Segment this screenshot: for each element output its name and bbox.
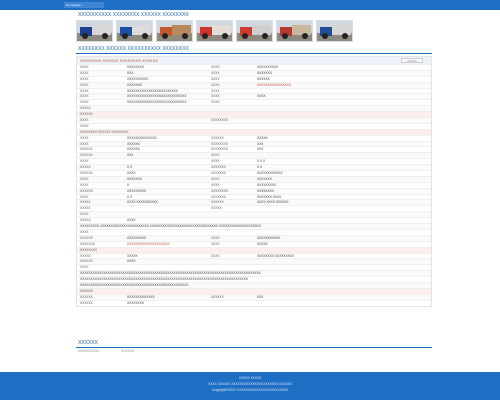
related-links: XXXXXXXXXX XXXXXX (78, 349, 156, 354)
footer-links-line[interactable]: XXXXX XXXXX (0, 376, 500, 381)
spec-table-header: XXXXXXXX XXXXXX XXXXXXXX XXXXXX XXXXX (77, 57, 431, 64)
compare-button[interactable]: XXXXX (401, 58, 423, 63)
spec-label: XXXXXX (80, 300, 93, 305)
truck-photo-6[interactable] (276, 20, 313, 42)
truck-photo-7[interactable] (316, 20, 353, 42)
top-nav-bar: Homepage › (0, 0, 500, 10)
related-link[interactable]: XXXXXX (121, 349, 134, 353)
related-title: XXXXXX (78, 340, 99, 346)
spec-table: XXXXXXXX XXXXXX XXXXXXXX XXXXXX XXXXX XX… (76, 56, 432, 307)
truck-photo-5[interactable] (236, 20, 273, 42)
spec-value: XXXXXXXX (127, 300, 145, 305)
truck-photo-4[interactable] (196, 20, 233, 42)
footer-copyright: Copyright©XXXX XXXXXXXXXXXXXXXXXXXXXXXX (211, 388, 289, 392)
truck-photo-1[interactable] (76, 20, 113, 42)
related-divider (76, 347, 432, 348)
truck-photo-3[interactable] (156, 20, 193, 42)
spec-row: XXXXXX XXXXXXXX (77, 299, 431, 306)
section-divider (76, 53, 432, 54)
photo-gallery (76, 20, 436, 42)
footer-info-line: XXXX XXXXXX XXXXXXXXXXXXXXXXXXXXXX XXXXX… (208, 382, 292, 386)
nav-current-link[interactable]: Homepage › (64, 2, 104, 8)
related-link[interactable]: XXXXXXXXXX (78, 349, 99, 353)
spec-table-title: XXXXXXXX XXXXXX XXXXXXXX XXXXXX (80, 58, 159, 63)
spec-rows: XXXX XXXXXXXX XXXX XXXXXXXXXX XXXX XXX XXXX XXX… (77, 64, 431, 306)
page-title: XXXXXXXXXX XXXXXXXX XXXXXX XXXXXXXX (78, 12, 189, 18)
site-footer: XXXXX XXXXX XXXX XXXXXX XXXXXXXXXXXXXXXX… (0, 372, 500, 400)
truck-photo-2[interactable] (116, 20, 153, 42)
section-title: XXXXXXXX XXXXXX XXXXXXXXXX XXXXXXXX (78, 46, 189, 52)
